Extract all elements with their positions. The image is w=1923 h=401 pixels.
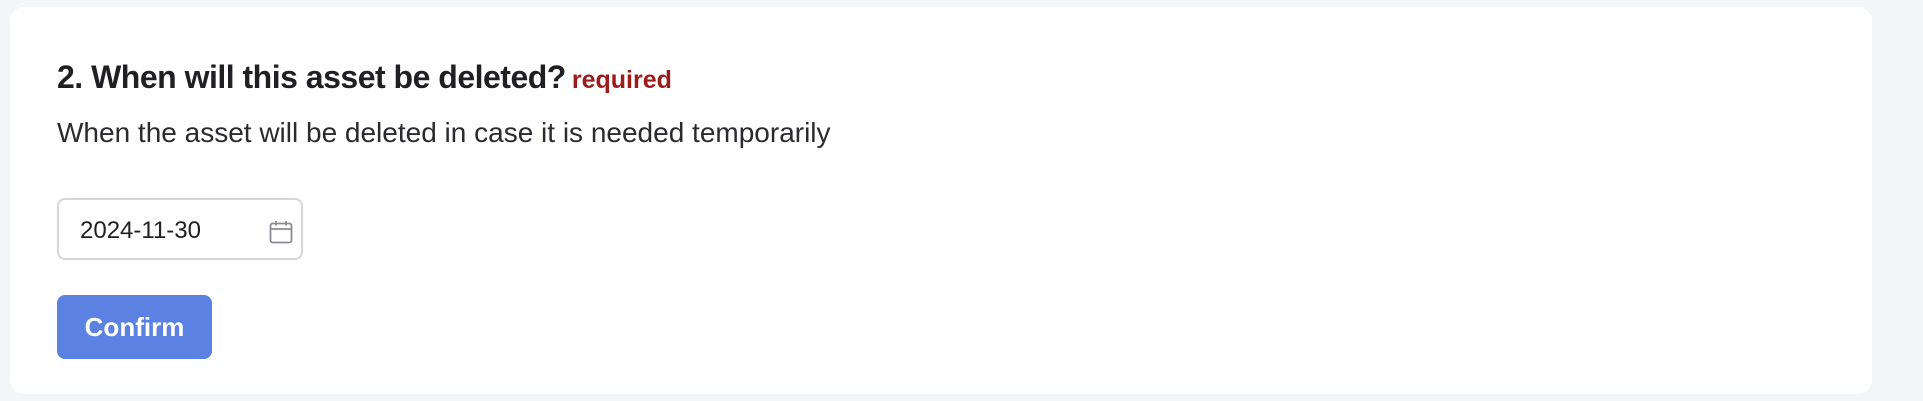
question-card: 2. When will this asset be deleted? requi…	[10, 7, 1872, 394]
question-title-text: 2. When will this asset be deleted?	[57, 59, 566, 95]
question-title: 2. When will this asset be deleted? requi…	[57, 57, 672, 100]
confirm-button[interactable]: Confirm	[57, 295, 212, 359]
question-description: When the asset will be deleted in case i…	[57, 117, 831, 148]
calendar-icon[interactable]	[268, 219, 294, 245]
required-badge: required	[571, 66, 672, 94]
deletion-date-input[interactable]: 2024-11-30	[57, 198, 303, 260]
date-value: 2024-11-30	[80, 217, 201, 244]
